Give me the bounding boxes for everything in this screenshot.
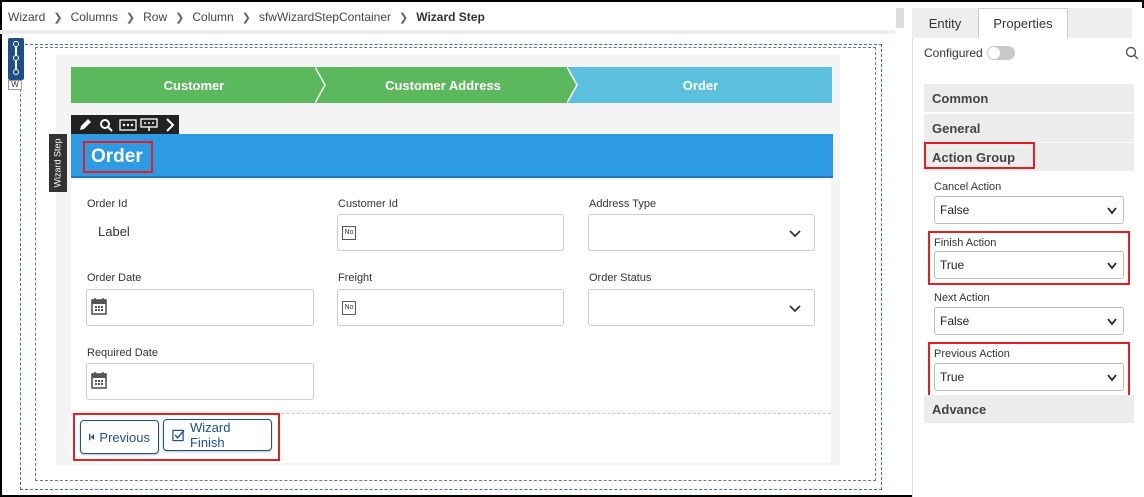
section-common[interactable]: Common [924, 84, 1134, 112]
widget-tag-label: W [8, 80, 22, 90]
breadcrumb-column[interactable]: Column [192, 10, 233, 24]
order-id-value: Label [98, 224, 130, 239]
chevron-right-icon: ❯ [241, 11, 251, 24]
no-badge: No [342, 226, 356, 240]
previous-action-select[interactable]: True [934, 363, 1124, 391]
order-status-label: Order Status [589, 272, 652, 284]
step-label: Customer Address [385, 77, 501, 93]
panel-tabs: Entity Properties [912, 8, 1132, 38]
required-date-label: Required Date [87, 347, 158, 359]
chevron-down-icon [1107, 207, 1117, 215]
finish-label: Wizard Finish [189, 420, 231, 450]
skip-back-icon [89, 433, 95, 441]
breadcrumb-row[interactable]: Row [143, 10, 167, 24]
order-date-label: Order Date [87, 272, 142, 284]
cancel-action-select[interactable]: False [934, 196, 1124, 224]
chevron-down-icon [789, 305, 801, 313]
scrollbar[interactable] [896, 8, 904, 28]
next-action-label: Next Action [934, 292, 990, 304]
pencil-icon[interactable] [76, 117, 94, 133]
calendar-icon[interactable] [91, 371, 107, 389]
address-type-label: Address Type [589, 198, 657, 210]
previous-button[interactable]: Previous [80, 420, 159, 454]
chevron-down-icon [1107, 318, 1117, 326]
order-status-select[interactable] [588, 289, 815, 326]
configured-toggle[interactable] [987, 46, 1015, 60]
finish-action-label: Finish Action [934, 237, 997, 249]
previous-action-label: Previous Action [934, 348, 1010, 360]
breadcrumb-container[interactable]: sfwWizardStepContainer [259, 10, 391, 24]
customer-id-field[interactable]: No [337, 214, 564, 251]
check-square-icon [172, 429, 185, 442]
chevron-right-icon[interactable] [161, 117, 179, 133]
previous-label: Previous [99, 429, 150, 445]
step-title: Order [83, 141, 153, 173]
action-group-highlight [924, 142, 1035, 169]
step-customer[interactable]: Customer [71, 67, 326, 103]
step-label: Customer [163, 77, 225, 93]
previous-action-value: True [940, 370, 965, 384]
step-label: Order [682, 77, 719, 93]
chevron-right-icon: ❯ [399, 11, 409, 24]
widget-toolbar [71, 115, 179, 135]
finish-action-select[interactable]: True [934, 251, 1124, 279]
chevron-right-icon: ❯ [175, 11, 185, 24]
side-tab-label: Wizard Step [53, 138, 63, 188]
next-action-select[interactable]: False [934, 307, 1124, 335]
no-badge: No [342, 301, 356, 315]
configured-label: Configured [924, 46, 983, 60]
search-icon[interactable] [97, 117, 115, 133]
step-header-bar [71, 134, 833, 178]
step-order[interactable]: Order [569, 67, 832, 103]
widget-tree-icon[interactable] [8, 38, 24, 80]
ellipsis-box-icon[interactable] [118, 117, 137, 133]
chevron-right-icon: ❯ [125, 11, 136, 24]
breadcrumb-columns[interactable]: Columns [71, 10, 118, 24]
section-advance[interactable]: Advance [924, 395, 1134, 423]
wizard-stepper: Customer Customer Address Order [71, 67, 832, 103]
order-id-label: Order Id [87, 198, 128, 210]
breadcrumb-wizard[interactable]: Wizard [8, 10, 45, 24]
wizard-step-side-tab[interactable]: Wizard Step [49, 134, 67, 192]
tab-properties[interactable]: Properties [978, 8, 1068, 38]
address-type-select[interactable] [588, 214, 815, 251]
next-action-value: False [940, 314, 970, 328]
insert-below-icon[interactable] [140, 117, 158, 133]
chevron-down-icon [1107, 262, 1117, 270]
calendar-icon[interactable] [91, 297, 107, 315]
freight-field[interactable]: No [337, 289, 564, 326]
required-date-field[interactable] [86, 363, 314, 400]
search-icon[interactable] [1125, 46, 1139, 60]
cancel-action-label: Cancel Action [934, 181, 1002, 193]
chevron-right-icon: ❯ [53, 11, 63, 24]
breadcrumb: Wizard ❯ Columns ❯ Row ❯ Column ❯ sfwWizardS… [8, 9, 485, 25]
cancel-action-value: False [940, 203, 970, 217]
chevron-down-icon [789, 230, 801, 238]
top-divider [0, 30, 895, 34]
freight-label: Freight [338, 272, 373, 284]
finish-action-value: True [940, 258, 965, 272]
breadcrumb-current: Wizard Step [416, 10, 485, 24]
customer-id-label: Customer Id [338, 198, 398, 210]
chevron-down-icon [1107, 374, 1117, 382]
section-general[interactable]: General [924, 114, 1134, 142]
tab-entity[interactable]: Entity [912, 8, 978, 38]
order-form: Order Id Label Customer Id No Address Ty… [71, 180, 831, 410]
wizard-finish-button[interactable]: Wizard Finish [163, 419, 272, 451]
step-customer-address[interactable]: Customer Address [317, 67, 578, 103]
order-date-field[interactable] [86, 289, 314, 326]
